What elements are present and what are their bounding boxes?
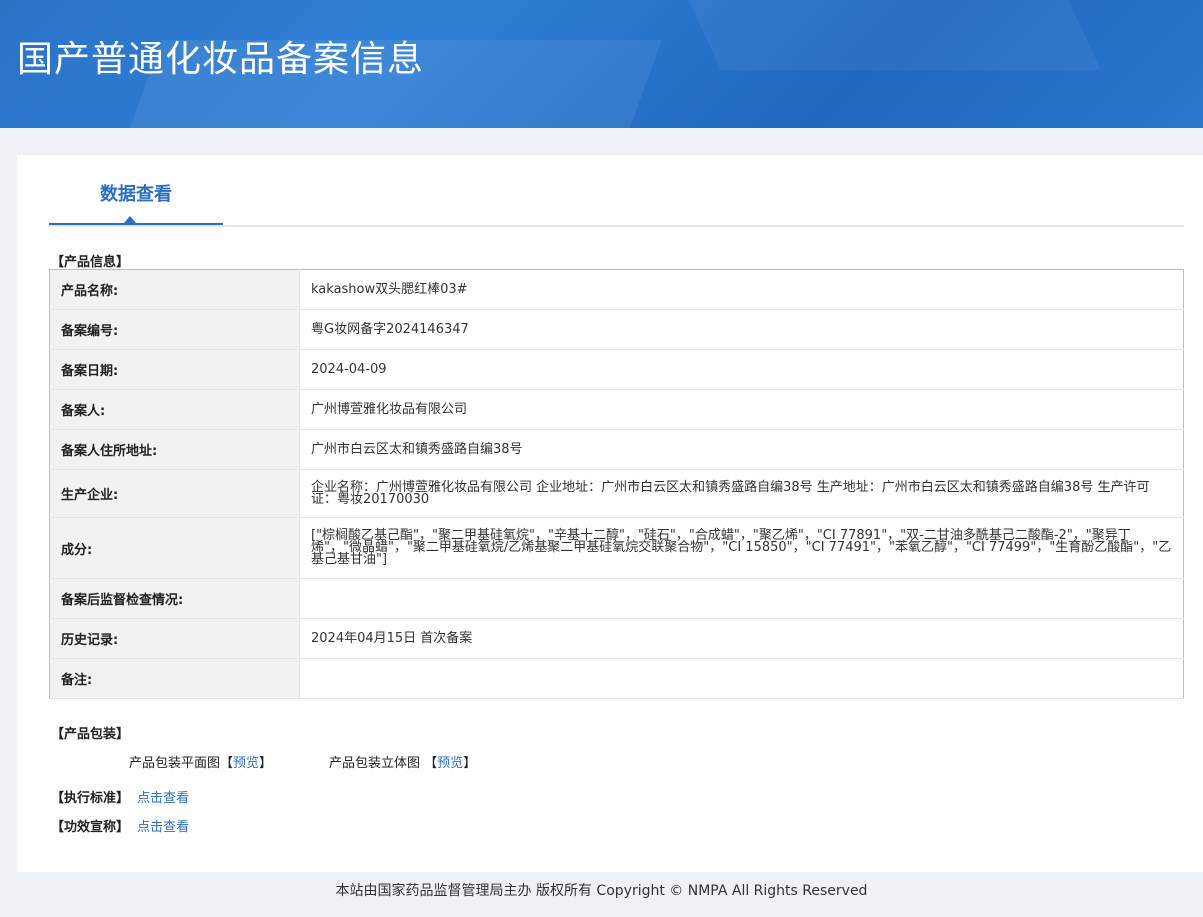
packaging-stereo-row: 产品包装立体图 【预览】 (329, 752, 476, 771)
field-value: 粤G妆网备字2024146347 (299, 309, 1184, 350)
field-label: 备注: (49, 658, 300, 699)
tab-label: 数据查看 (100, 184, 172, 205)
field-label: 备案后监督检查情况: (49, 578, 300, 619)
field-value: 企业名称：广州博萱雅化妆品有限公司 企业地址：广州市白云区太和镇秀盛路自编38号… (299, 469, 1184, 518)
bracket: 】 (259, 756, 273, 771)
table-row: 备案日期: 2024-04-09 (49, 349, 1184, 390)
footer-text: 本站由国家药品监督管理局主办 版权所有 Copyright © NMPA All… (335, 883, 868, 899)
field-label: 备案编号: (49, 309, 300, 350)
packaging-flat-label: 产品包装平面图 (129, 756, 221, 771)
packaging-stereo-label: 产品包装立体图 (329, 756, 421, 771)
packaging-flat-row: 产品包装平面图【预览】 (129, 752, 272, 771)
field-value: ["棕榈酸乙基己酯"，"聚二甲基硅氧烷"，"辛基十二醇"，"硅石"，"合成蜡"，… (299, 517, 1184, 579)
table-row: 备案后监督检查情况: (49, 578, 1184, 619)
product-info-table: 产品名称: kakashow双头腮红棒03# 备案编号: 粤G妆网备字20241463… (49, 269, 1184, 699)
table-row: 产品名称: kakashow双头腮红棒03# (49, 269, 1184, 310)
page-title: 国产普通化妆品备案信息 (17, 39, 425, 80)
content-panel: 数据查看 【产品信息】 产品名称: kakashow双头腮红棒03# 备案编号: 粤G… (17, 155, 1203, 872)
field-value (299, 658, 1184, 699)
tab-data-view[interactable]: 数据查看 (49, 155, 223, 225)
bracket: 】 (463, 756, 477, 771)
field-value: 广州市白云区太和镇秀盛路自编38号 (299, 429, 1184, 470)
efficacy-row: 【功效宣称】 点击查看 (51, 816, 189, 835)
standard-view-link[interactable]: 点击查看 (137, 791, 189, 806)
table-row: 备案人: 广州博萱雅化妆品有限公司 (49, 389, 1184, 430)
packaging-stereo-preview-link[interactable]: 预览 (437, 756, 463, 771)
field-value: kakashow双头腮红棒03# (299, 269, 1184, 310)
field-label: 历史记录: (49, 618, 300, 659)
field-value: 2024年04月15日 首次备案 (299, 618, 1184, 659)
field-label: 备案人: (49, 389, 300, 430)
tab-bar: 数据查看 (49, 155, 1184, 227)
header-banner: 国产普通化妆品备案信息 (0, 0, 1203, 128)
table-row: 生产企业: 企业名称：广州博萱雅化妆品有限公司 企业地址：广州市白云区太和镇秀盛路… (49, 469, 1184, 518)
field-label: 备案人住所地址: (49, 429, 300, 470)
table-row: 历史记录: 2024年04月15日 首次备案 (49, 618, 1184, 659)
table-row: 成分: ["棕榈酸乙基己酯"，"聚二甲基硅氧烷"，"辛基十二醇"，"硅石"，"合成… (49, 517, 1184, 579)
efficacy-view-link[interactable]: 点击查看 (137, 820, 189, 835)
banner-decoration (679, 0, 1101, 70)
table-row: 备案人住所地址: 广州市白云区太和镇秀盛路自编38号 (49, 429, 1184, 470)
bracket: 【 (424, 756, 438, 771)
field-label: 备案日期: (49, 349, 300, 390)
packaging-flat-preview-link[interactable]: 预览 (233, 756, 259, 771)
field-value: 广州博萱雅化妆品有限公司 (299, 389, 1184, 430)
standard-heading: 【执行标准】 (51, 791, 130, 806)
table-row: 备注: (49, 658, 1184, 699)
bracket: 【 (220, 756, 234, 771)
field-value (299, 578, 1184, 619)
standard-row: 【执行标准】 点击查看 (51, 787, 189, 806)
packaging-heading: 【产品包装】 (51, 727, 130, 742)
tab-active-caret-icon (124, 216, 136, 223)
table-row: 备案编号: 粤G妆网备字2024146347 (49, 309, 1184, 350)
field-label: 生产企业: (49, 469, 300, 518)
product-info-heading: 【产品信息】 (51, 255, 130, 270)
field-label: 成分: (49, 517, 300, 579)
field-value: 2024-04-09 (299, 349, 1184, 390)
efficacy-heading: 【功效宣称】 (51, 820, 130, 835)
field-label: 产品名称: (49, 269, 300, 310)
